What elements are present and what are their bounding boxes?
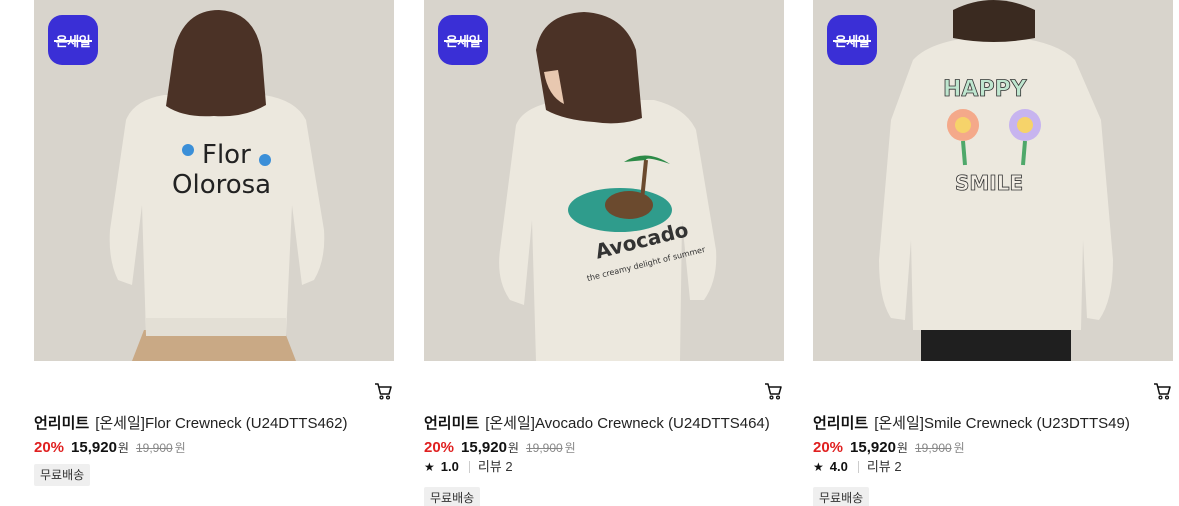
price-row: 20% 15,920 원 19,900 원 — [424, 438, 576, 458]
sale-badge: 온세일 — [438, 15, 488, 65]
sale-badge-label: 온세일 — [53, 31, 93, 50]
free-shipping-tag: 무료배송 — [813, 487, 870, 506]
product-title[interactable]: 언리미트 [온세일]Smile Crewneck (U23DTTS49) — [813, 414, 1173, 434]
brand-name: 언리미트 — [34, 415, 90, 432]
review-row[interactable]: ★ 4.0 리뷰 2 — [813, 458, 902, 476]
sale-price-unit: 원 — [117, 441, 129, 455]
product-name: [온세일]Flor Crewneck (U24DTTS462) — [95, 415, 348, 432]
cart-icon — [375, 383, 392, 400]
product-card[interactable]: HAPPY SMILE 온세일 언리미트 [온세일]Smile Crewneck … — [813, 0, 1173, 506]
product-image[interactable]: HAPPY SMILE 온세일 — [813, 0, 1173, 361]
review-count: 리뷰 2 — [866, 459, 902, 474]
original-price: 19,900 — [135, 441, 173, 455]
sale-price: 15,920 — [461, 439, 507, 456]
original-price-unit: 원 — [953, 441, 965, 455]
divider — [857, 461, 859, 473]
price-row: 20% 15,920 원 19,900 원 — [813, 438, 965, 458]
sale-badge: 온세일 — [827, 15, 877, 65]
star-icon: ★ — [813, 460, 824, 474]
discount-rate: 20% — [34, 439, 65, 456]
discount-rate: 20% — [813, 439, 844, 456]
print-text-line-1: HAPPY — [943, 77, 1028, 102]
rating-value: 4.0 — [829, 459, 848, 474]
product-card[interactable]: Flor Olorosa 온세일 언리미트 [온세일]Flor Crewneck … — [34, 0, 394, 506]
star-icon: ★ — [424, 460, 435, 474]
sale-price: 15,920 — [850, 439, 896, 456]
cart-icon — [765, 383, 782, 400]
product-image[interactable]: Avocado the creamy delight of summer 온세일 — [424, 0, 784, 361]
brand-name: 언리미트 — [813, 415, 869, 432]
print-text-line-2: SMILE — [955, 171, 1023, 195]
cart-icon — [1154, 383, 1171, 400]
divider — [468, 461, 470, 473]
discount-rate: 20% — [424, 439, 455, 456]
free-shipping-tag: 무료배송 — [34, 464, 91, 486]
product-card[interactable]: Avocado the creamy delight of summer 온세일… — [424, 0, 784, 506]
original-price: 19,900 — [914, 441, 952, 455]
sale-price: 15,920 — [71, 439, 117, 456]
original-price-unit: 원 — [174, 441, 186, 455]
original-price: 19,900 — [525, 441, 563, 455]
print-text-line-1: Flor — [202, 140, 251, 170]
add-to-cart-button[interactable] — [373, 381, 393, 401]
print-text-line-2: Olorosa — [172, 170, 271, 200]
product-title[interactable]: 언리미트 [온세일]Flor Crewneck (U24DTTS462) — [34, 414, 394, 434]
original-price-unit: 원 — [564, 441, 576, 455]
product-title[interactable]: 언리미트 [온세일]Avocado Crewneck (U24DTTS464) — [424, 414, 784, 434]
sale-badge-label: 온세일 — [832, 31, 872, 50]
add-to-cart-button[interactable] — [763, 381, 783, 401]
rating-value: 1.0 — [440, 459, 459, 474]
review-row[interactable]: ★ 1.0 리뷰 2 — [424, 458, 513, 476]
sale-price-unit: 원 — [896, 441, 908, 455]
brand-name: 언리미트 — [424, 415, 480, 432]
add-to-cart-button[interactable] — [1152, 381, 1172, 401]
sale-badge-label: 온세일 — [443, 31, 483, 50]
product-image[interactable]: Flor Olorosa 온세일 — [34, 0, 394, 361]
sale-badge: 온세일 — [48, 15, 98, 65]
product-name: [온세일]Smile Crewneck (U23DTTS49) — [874, 415, 1130, 432]
product-name: [온세일]Avocado Crewneck (U24DTTS464) — [485, 415, 770, 432]
review-count: 리뷰 2 — [477, 459, 513, 474]
free-shipping-tag: 무료배송 — [424, 487, 481, 506]
price-row: 20% 15,920 원 19,900 원 — [34, 438, 186, 458]
sale-price-unit: 원 — [507, 441, 519, 455]
